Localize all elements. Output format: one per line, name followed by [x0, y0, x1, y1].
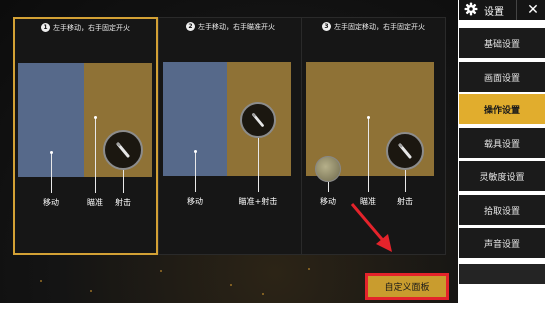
menu-item-basic[interactable]: 基础设置 [459, 28, 545, 58]
move-point [50, 151, 53, 154]
option-number-badge: 2 [186, 22, 195, 31]
menu-item-sensitivity[interactable]: 灵敏度设置 [459, 161, 545, 191]
move-point [194, 150, 197, 153]
control-option-2[interactable]: 2 左手移动，右手瞄准开火 移动 瞄准+射击 [158, 17, 303, 255]
menu-item-hidden [459, 264, 545, 284]
settings-sidebar: 设置 ✕ 基础设置 画面设置 操作设置 载具设置 灵敏度设置 拾取设置 声音设置 [459, 0, 545, 309]
joystick-icon [315, 156, 341, 182]
ember-particle [230, 284, 232, 286]
move-line [195, 152, 196, 192]
custom-panel-button[interactable]: 自定义面板 [365, 273, 449, 300]
fire-line [123, 169, 124, 193]
header-divider [516, 0, 517, 20]
label-move: 移动 [187, 197, 203, 206]
screen: 1 左手移动，右手固定开火 移动 瞄准 射击 2 左手移动，右手瞄准开火 移动 … [0, 0, 545, 309]
option-2-header: 2 左手移动，右手瞄准开火 [159, 18, 302, 35]
menu-item-graphics[interactable]: 画面设置 [459, 62, 545, 92]
control-option-1[interactable]: 1 左手移动，右手固定开火 移动 瞄准 射击 [13, 17, 158, 255]
settings-header: 设置 ✕ [459, 0, 545, 20]
label-fire: 射击 [115, 198, 131, 207]
menu-item-sound[interactable]: 声音设置 [459, 228, 545, 258]
option-1-header: 1 左手移动，右手固定开火 [15, 19, 156, 36]
option-number-badge: 1 [41, 23, 50, 32]
fire-button-icon [386, 132, 424, 170]
ember-particle [160, 270, 162, 272]
settings-title: 设置 [484, 7, 504, 18]
label-move: 移动 [320, 197, 336, 206]
label-aim: 瞄准 [87, 198, 103, 207]
move-line [51, 153, 52, 193]
menu-item-controls[interactable]: 操作设置 [459, 94, 545, 124]
label-fire: 射击 [397, 197, 413, 206]
option-number-badge: 3 [322, 22, 331, 31]
fire-button-icon [240, 102, 276, 138]
gear-icon [464, 2, 478, 16]
ember-particle [308, 268, 310, 270]
ember-particle [262, 293, 264, 295]
aim-line [368, 118, 369, 192]
menu-item-vehicle[interactable]: 载具设置 [459, 128, 545, 158]
close-icon[interactable]: ✕ [523, 0, 543, 20]
arrow-icon [350, 203, 392, 252]
ember-particle [40, 280, 42, 282]
aim-point [94, 116, 97, 119]
aim-line [95, 118, 96, 193]
game-background: 1 左手移动，右手固定开火 移动 瞄准 射击 2 左手移动，右手瞄准开火 移动 … [0, 0, 458, 303]
option-1-title: 左手移动，右手固定开火 [53, 23, 130, 32]
ember-particle [90, 290, 92, 292]
menu-item-pickup[interactable]: 拾取设置 [459, 195, 545, 225]
move-line [328, 182, 329, 192]
aim-point [367, 116, 370, 119]
option-3-title: 左手固定移动，右手固定开火 [334, 22, 425, 31]
option-3-header: 3 左手固定移动，右手固定开火 [302, 18, 445, 35]
label-move: 移动 [43, 198, 59, 207]
option-2-title: 左手移动，右手瞄准开火 [198, 22, 275, 31]
fire-button-icon [103, 130, 143, 170]
label-aim-fire: 瞄准+射击 [238, 197, 278, 206]
fire-line [405, 170, 406, 192]
